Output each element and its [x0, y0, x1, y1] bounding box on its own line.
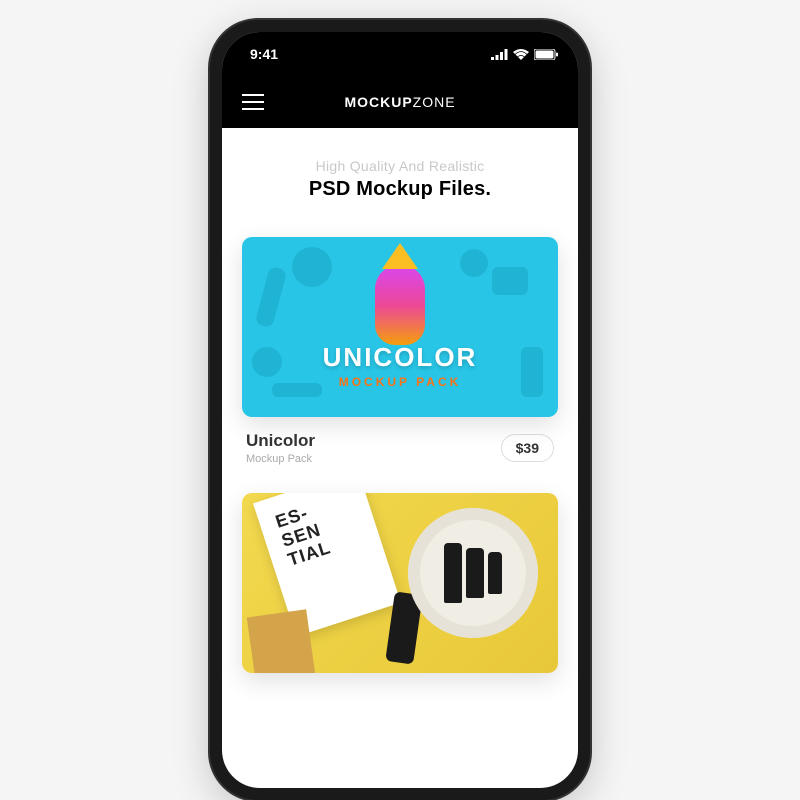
product-card[interactable]: UNICOLOR MOCKUP PACK Unicolor Mockup Pac… — [242, 237, 558, 465]
product-image-essential[interactable]: ES- SEN TIAL — [242, 493, 558, 673]
menu-button[interactable] — [242, 94, 264, 110]
content-area[interactable]: High Quality And Realistic PSD Mockup Fi… — [222, 128, 578, 673]
wifi-icon — [513, 49, 529, 60]
phone-frame: 9:41 MOCKUPZONE — [210, 20, 590, 800]
notch — [310, 32, 490, 60]
bottle-graphic — [444, 543, 462, 603]
plate-graphic — [408, 508, 538, 638]
phone-screen: 9:41 MOCKUPZONE — [222, 32, 578, 788]
hero-title: PSD Mockup Files. — [242, 178, 558, 201]
status-indicators — [491, 49, 558, 60]
product-image-overlay: UNICOLOR MOCKUP PACK — [242, 342, 558, 389]
signal-icon — [491, 49, 508, 60]
hero-subtitle: High Quality And Realistic — [242, 158, 558, 174]
status-time: 9:41 — [250, 46, 278, 62]
product-title: Unicolor — [246, 431, 315, 451]
bag-graphic — [247, 609, 318, 673]
app-header: MOCKUPZONE — [222, 76, 578, 128]
product-image-unicolor[interactable]: UNICOLOR MOCKUP PACK — [242, 237, 558, 417]
pineapple-graphic — [375, 265, 425, 345]
product-titles: Unicolor Mockup Pack — [246, 431, 315, 465]
product-meta: Unicolor Mockup Pack $39 — [242, 431, 558, 465]
app-logo: MOCKUPZONE — [344, 94, 455, 110]
hamburger-icon — [242, 94, 264, 96]
price-badge[interactable]: $39 — [501, 434, 554, 462]
battery-icon — [534, 49, 558, 60]
product-subtitle: Mockup Pack — [246, 453, 315, 465]
